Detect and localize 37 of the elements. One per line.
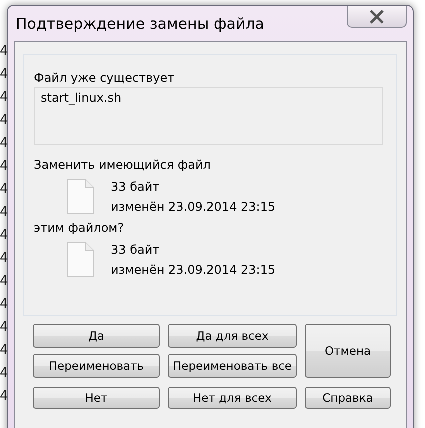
background-row-text: 4 bbox=[0, 227, 8, 245]
dialog-button[interactable]: Отмена bbox=[305, 324, 391, 378]
file-modified-date: изменён 23.09.2014 23:15 bbox=[111, 263, 276, 277]
close-icon bbox=[369, 10, 385, 24]
close-button[interactable] bbox=[347, 6, 407, 28]
background-row-text: 4 bbox=[0, 273, 8, 291]
background-row-text: 4 bbox=[0, 365, 8, 383]
background-row-text: 4 bbox=[0, 181, 8, 199]
background-row-text: 4 bbox=[0, 135, 8, 153]
background-row-text: 4 bbox=[0, 319, 8, 337]
file-size: 33 байт bbox=[111, 180, 161, 194]
dialog-button[interactable]: Справка bbox=[305, 387, 391, 409]
background-row-text: 4 bbox=[0, 250, 8, 268]
file-icon bbox=[67, 179, 95, 215]
file-name: start_linux.sh bbox=[41, 91, 122, 105]
dialog-button[interactable]: Переименовать bbox=[33, 354, 160, 378]
replace-label: Заменить имеющийся файл bbox=[34, 158, 212, 172]
dialog-button[interactable]: Нет для всех bbox=[168, 387, 297, 409]
exists-label: Файл уже существует bbox=[34, 71, 176, 85]
background-row-text: 4 bbox=[0, 296, 8, 314]
background-row-text: 4 bbox=[0, 204, 8, 222]
background-row-text: 4 bbox=[0, 342, 8, 360]
dialog-button[interactable]: Нет bbox=[33, 387, 160, 409]
dialog-button[interactable]: Переименовать все bbox=[168, 354, 297, 378]
file-icon bbox=[67, 242, 95, 278]
file-modified-date: изменён 23.09.2014 23:15 bbox=[111, 200, 276, 214]
background-row-text: 4 bbox=[0, 112, 8, 130]
dialog-button[interactable]: Да для всех bbox=[168, 324, 297, 348]
background-row-text: 4 bbox=[0, 89, 8, 107]
background-row-text: 4 bbox=[0, 43, 8, 61]
with-label: этим файлом? bbox=[34, 221, 126, 235]
background-row-text: 4 bbox=[0, 158, 8, 176]
file-size: 33 байт bbox=[111, 243, 161, 257]
window-title: Подтверждение замены файла bbox=[16, 14, 264, 32]
background-row-text: 4 bbox=[0, 66, 8, 84]
dialog-button[interactable]: Да bbox=[33, 324, 160, 348]
background-row-text: 4 bbox=[0, 388, 8, 406]
